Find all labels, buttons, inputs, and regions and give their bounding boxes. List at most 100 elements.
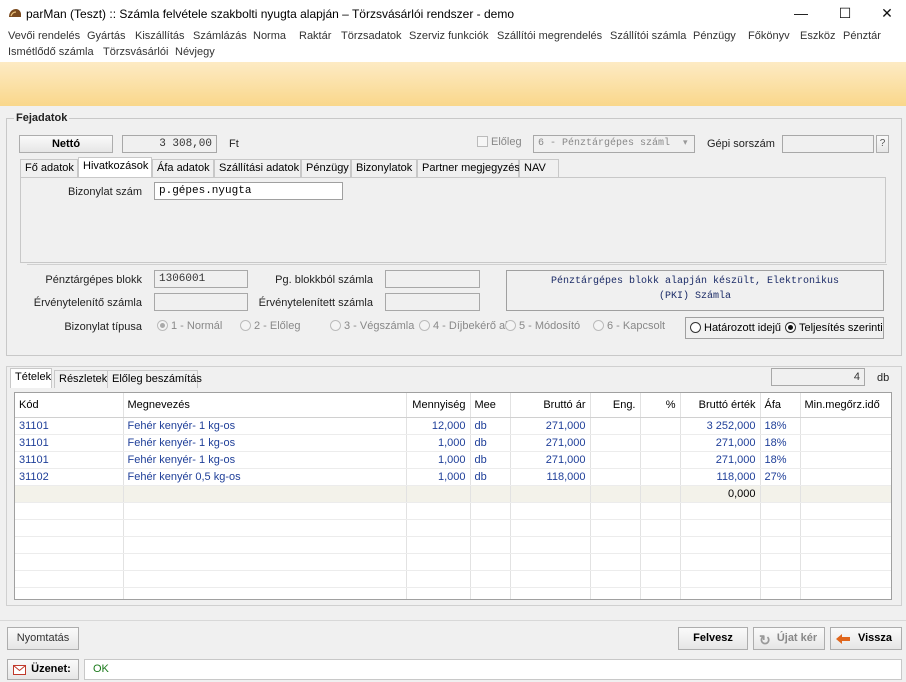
column-header-mee[interactable]: Mee [470, 393, 511, 418]
arrow-left-icon [836, 634, 850, 644]
radio-normal[interactable]: 1 - Normál [157, 320, 222, 332]
pg-blokkbol-szamla-label: Pg. blokkból számla [275, 274, 373, 286]
column-header-percent[interactable]: % [640, 393, 681, 418]
menu-item-vevoi-rendeles[interactable]: Vevői rendelés [8, 30, 80, 42]
tab-bizonylatok[interactable]: Bizonylatok [351, 159, 417, 177]
app-logo-icon [9, 9, 21, 17]
radio-dot-icon [505, 320, 516, 331]
tab-content-panel [20, 177, 886, 263]
print-button[interactable]: Nyomtatás [7, 627, 79, 650]
menu-item-penztar[interactable]: Pénztár [843, 30, 881, 42]
menu-item-szerviz-funkciok[interactable]: Szerviz funkciók [409, 30, 488, 42]
window-title: parMan (Teszt) :: Számla felvétele szakb… [26, 7, 514, 21]
maximize-button[interactable]: ☐ [822, 0, 868, 28]
item-count-field: 4 [771, 368, 865, 386]
pg-blokkbol-szamla-field [385, 270, 480, 288]
menu-item-szallitoi-megrendeles[interactable]: Szállítói megrendelés [497, 30, 602, 42]
radio-dot-icon [330, 320, 341, 331]
close-button[interactable]: ✕ [864, 0, 906, 28]
column-header-eng[interactable]: Eng. [590, 393, 641, 418]
help-button[interactable]: ? [876, 135, 889, 153]
radio-dot-icon [419, 320, 430, 331]
tab-tetelek[interactable]: Tételek [10, 368, 52, 388]
invoice-type-select[interactable]: 6 - Pénztárgépes száml [533, 135, 695, 153]
column-header-afa[interactable]: Áfa [760, 393, 801, 418]
menu-bar: Vevői rendelés Gyártás Kiszállítás Száml… [0, 28, 906, 62]
tab-eloleg-beszamitas[interactable]: Előleg beszámítás [107, 370, 202, 388]
radio-vegszamla[interactable]: 3 - Végszámla [330, 320, 414, 332]
item-count-unit: db [877, 372, 890, 384]
tab-penzugy[interactable]: Pénzügy [301, 159, 351, 177]
radio-kapcsolt[interactable]: 6 - Kapcsolt [593, 320, 665, 332]
menu-item-szamlazas[interactable]: Számlázás [193, 30, 247, 42]
ervenyesito-szamla-label: Érvénytelenítő számla [33, 297, 142, 309]
save-button[interactable]: Felvesz [678, 627, 748, 650]
menu-item-torzsadatok[interactable]: Törzsadatok [341, 30, 402, 42]
table-row[interactable]: 31101 Fehér kenyér- 1 kg-os 1,000 db 271,000… [15, 451, 891, 469]
minimize-button[interactable]: — [778, 0, 824, 28]
table-row[interactable]: 31101 Fehér kenyér- 1 kg-os 12,000 db 271,00… [15, 417, 891, 435]
ervenytelenitett-szamla-label: Érvénytelenített számla [258, 297, 373, 309]
table-row-empty [15, 570, 891, 588]
new-button[interactable]: ↻ Újat kér [753, 627, 825, 650]
column-header-megnevezes[interactable]: Megnevezés [123, 393, 407, 418]
radio-modosito[interactable]: 5 - Módosító [505, 320, 580, 332]
menu-item-gyartas[interactable]: Gyártás [87, 30, 126, 42]
ervenytelenitett-szamla-field [385, 293, 480, 311]
column-header-brutto-ar[interactable]: Bruttó ár [510, 393, 591, 418]
status-message: OK [84, 659, 902, 680]
chevron-down-icon: ▾ [683, 137, 688, 147]
gepi-sorszam-field [782, 135, 874, 153]
radio-dot-icon [690, 322, 701, 333]
column-header-mennyiseg[interactable]: Mennyiség [406, 393, 471, 418]
table-row-empty [15, 536, 891, 554]
radio-hatarozott-ideju[interactable]: Határozott idejű [690, 322, 781, 334]
table-row-empty [15, 502, 891, 520]
envelope-icon [13, 665, 26, 675]
detail-tabs: Fő adatok Hivatkozások Áfa adatok Szállí… [20, 157, 560, 179]
radio-dot-icon [240, 320, 251, 331]
tab-partner-megjegyzes[interactable]: Partner megjegyzés [417, 159, 520, 177]
message-button[interactable]: Üzenet: [7, 659, 79, 680]
eloleg-checkbox[interactable] [477, 136, 488, 147]
radio-dot-icon [785, 322, 796, 333]
bizonylat-szam-input[interactable]: p.gépes.nyugta [154, 182, 343, 200]
tab-hivatkozasok[interactable]: Hivatkozások [78, 157, 152, 177]
menu-item-penzugy[interactable]: Pénzügy [693, 30, 736, 42]
tab-afa-adatok[interactable]: Áfa adatok [152, 159, 214, 177]
header-banner [0, 62, 906, 106]
menu-item-kiszallitas[interactable]: Kiszállítás [135, 30, 185, 42]
column-header-brutto-ertek[interactable]: Bruttó érték [680, 393, 761, 418]
title-bar: parMan (Teszt) :: Számla felvétele szakb… [0, 0, 906, 28]
tab-reszletek[interactable]: Részletek [54, 370, 114, 388]
refresh-icon: ↻ [759, 632, 771, 648]
penztargepes-blokk-field: 1306001 [154, 270, 248, 288]
table-row[interactable]: 31101 Fehér kenyér- 1 kg-os 1,000 db 271,000… [15, 434, 891, 452]
menu-item-norma[interactable]: Norma [253, 30, 286, 42]
menu-item-fokonyv[interactable]: Főkönyv [748, 30, 790, 42]
info-box: Pénztárgépes blokk alapján készült, Elek… [506, 270, 884, 311]
table-header-row: Kód Megnevezés Mennyiség Mee Bruttó ár E… [15, 393, 891, 418]
menu-item-raktar[interactable]: Raktár [299, 30, 331, 42]
radio-dijbekero[interactable]: 4 - Díjbekérő al [419, 320, 508, 332]
radio-dot-icon [593, 320, 604, 331]
radio-eloleg[interactable]: 2 - Előleg [240, 320, 300, 332]
bizonylat-szam-label: Bizonylat szám [68, 186, 142, 198]
table-row[interactable]: 31102 Fehér kenyér 0,5 kg-os 1,000 db 118,00… [15, 468, 891, 486]
tab-nav[interactable]: NAV [519, 159, 559, 177]
column-header-min-megorz-ido[interactable]: Min.megőrz.idő [800, 393, 891, 418]
menu-item-szallitoi-szamla[interactable]: Szállítói számla [610, 30, 686, 42]
back-button[interactable]: Vissza [830, 627, 902, 650]
menu-item-eszkoz[interactable]: Eszköz [800, 30, 835, 42]
sum-brutto-ertek: 0,000 [680, 485, 761, 503]
currency-label: Ft [229, 138, 239, 150]
tab-fo-adatok[interactable]: Fő adatok [20, 159, 78, 177]
ervenyesito-szamla-field [154, 293, 248, 311]
column-header-kod[interactable]: Kód [15, 393, 124, 418]
menu-item-torzsvasarloi[interactable]: Törzsvásárlói [103, 46, 168, 58]
menu-item-nevjegy[interactable]: Névjegy [175, 46, 215, 58]
radio-teljesites-szerinti[interactable]: Teljesítés szerinti [785, 322, 883, 334]
tab-szallitasi-adatok[interactable]: Szállítási adatok [214, 159, 301, 177]
menu-item-ismetlodo-szamla[interactable]: Ismétlődő számla [8, 46, 94, 58]
netto-button[interactable]: Nettó [19, 135, 113, 153]
